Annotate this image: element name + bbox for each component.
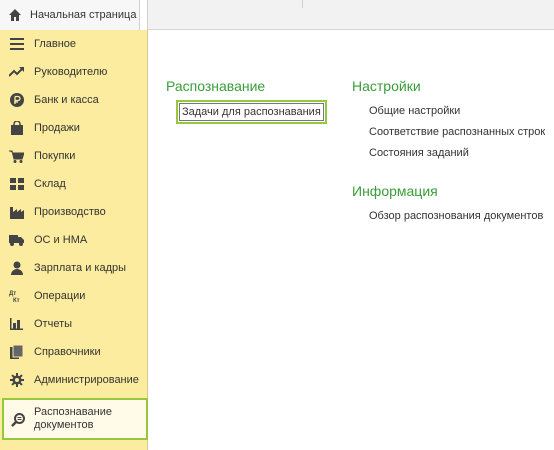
search-document-icon xyxy=(11,412,26,427)
section-title-settings: Настройки xyxy=(352,78,421,94)
sidebar-item-label: Справочники xyxy=(34,346,101,358)
sidebar-item-label: Банк и касса xyxy=(34,94,99,106)
home-tab-label: Начальная страница xyxy=(30,9,137,21)
gear-icon xyxy=(9,373,24,388)
sidebar-item-assets[interactable]: ОС и НМА xyxy=(0,226,148,254)
dt-kt-icon: Дт Кт xyxy=(9,289,24,304)
sidebar-item-main[interactable]: Главное xyxy=(0,30,148,58)
sidebar-item-directories[interactable]: Справочники xyxy=(0,338,148,366)
trend-up-icon xyxy=(9,65,24,80)
cart-icon xyxy=(9,149,24,164)
bar-chart-icon xyxy=(9,317,24,332)
dt-glyph-top: Дт xyxy=(9,291,16,297)
link-task-states[interactable]: Состояния заданий xyxy=(369,147,469,159)
sidebar-item-label: Распознавание документов xyxy=(34,406,112,431)
sidebar-item-label: Покупки xyxy=(34,150,76,162)
sidebar-item-salary[interactable]: Зарплата и кадры xyxy=(0,254,148,282)
factory-icon xyxy=(9,205,24,220)
kt-glyph-bottom: Кт xyxy=(13,298,20,303)
truck-icon xyxy=(9,233,24,248)
sidebar-item-label: Отчеты xyxy=(34,318,73,330)
sidebar-item-label: Главное xyxy=(34,38,77,50)
link-recognition-overview[interactable]: Обзор распознования документов xyxy=(369,210,543,222)
sidebar-item-label: Производство xyxy=(34,206,106,218)
sidebar-item-sales[interactable]: Продажи xyxy=(0,114,148,142)
sidebar-item-label: ОС и НМА xyxy=(34,234,88,246)
section-title-recognition: Распознавание xyxy=(166,78,266,94)
top-tab-bar: Начальная страница xyxy=(0,0,554,30)
sidebar-item-manager[interactable]: Руководителю xyxy=(0,58,148,86)
sidebar-item-operations[interactable]: Дт Кт Операции xyxy=(0,282,148,310)
shopping-bag-icon xyxy=(9,121,24,136)
sidebar-item-label: Зарплата и кадры xyxy=(34,262,127,274)
sidebar-item-label: Продажи xyxy=(34,122,80,134)
sidebar-item-reports[interactable]: Отчеты xyxy=(0,310,148,338)
sidebar-item-label: Склад xyxy=(34,178,66,190)
sidebar-item-label: Руководителю xyxy=(34,66,108,78)
sidebar-item-label: Администрирование xyxy=(34,374,139,386)
person-icon xyxy=(9,261,24,276)
sidebar-item-administration[interactable]: Администрирование xyxy=(0,366,148,394)
tab-spacer xyxy=(140,0,148,30)
books-icon xyxy=(9,345,24,360)
link-general-settings[interactable]: Общие настройки xyxy=(369,105,460,117)
sidebar-item-purchases[interactable]: Покупки xyxy=(0,142,148,170)
sidebar-item-label: Операции xyxy=(34,290,86,302)
sidebar-item-warehouse[interactable]: Склад xyxy=(0,170,148,198)
sidebar: Главное Руководителю Банк и касса Продаж… xyxy=(0,30,148,450)
warehouse-icon xyxy=(9,177,24,192)
home-tab[interactable]: Начальная страница xyxy=(0,0,140,30)
main-content: Распознавание Задачи для распознавания Н… xyxy=(149,30,554,450)
ruble-coin-icon xyxy=(9,93,24,108)
link-recognized-rows-mapping[interactable]: Соответствие распознанных строк xyxy=(369,126,545,138)
home-icon xyxy=(8,8,22,22)
sidebar-item-bank[interactable]: Банк и касса xyxy=(0,86,148,114)
link-recognition-tasks[interactable]: Задачи для распознавания xyxy=(176,100,327,124)
sidebar-item-production[interactable]: Производство xyxy=(0,198,148,226)
menu-icon xyxy=(9,37,24,52)
tab-divider xyxy=(302,0,303,8)
section-title-info: Информация xyxy=(352,183,438,199)
sidebar-item-document-recognition[interactable]: Распознавание документов xyxy=(2,398,148,440)
